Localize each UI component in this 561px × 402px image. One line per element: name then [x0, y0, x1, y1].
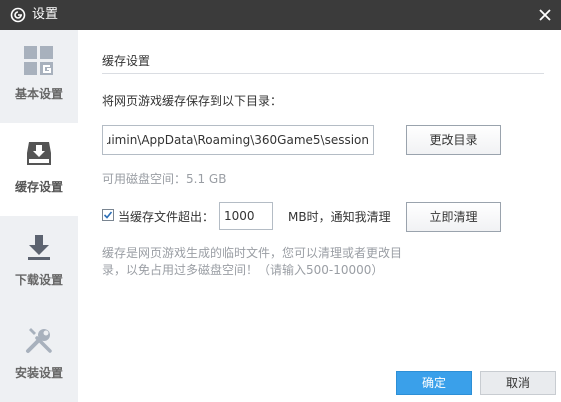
- sidebar-item-label: 基本设置: [14, 87, 63, 101]
- sidebar-item-label: 下载设置: [14, 273, 63, 287]
- ok-button[interactable]: 确定: [396, 371, 472, 395]
- sidebar-item-label: 缓存设置: [14, 180, 63, 194]
- window-title: 设置: [32, 7, 59, 22]
- grid-g-icon: [24, 46, 53, 75]
- sidebar-item-basic[interactable]: 基本设置: [0, 30, 78, 123]
- clear-now-button[interactable]: 立即清理: [406, 202, 501, 232]
- section-title: 缓存设置: [102, 54, 151, 68]
- cache-limit-label: 当缓存文件超出：: [118, 210, 215, 224]
- sidebar-item-cache[interactable]: 缓存设置: [0, 123, 78, 216]
- sidebar-item-install[interactable]: 安装设置: [0, 309, 78, 402]
- save-directory-label: 将网页游戏缓存保存到以下目录：: [102, 94, 283, 108]
- cancel-button[interactable]: 取消: [480, 371, 556, 395]
- section-divider: [102, 73, 544, 74]
- cache-limit-suffix: MB时，通知我清理: [288, 210, 391, 224]
- cache-path-field[interactable]: [102, 125, 374, 155]
- sidebar: 基本设置 缓存设置 下载设置 安装设置: [0, 30, 78, 402]
- change-directory-button[interactable]: 更改目录: [406, 125, 501, 155]
- cache-limit-checkbox[interactable]: [102, 209, 114, 221]
- checkmark-icon: [103, 211, 113, 219]
- sidebar-item-label: 安装设置: [14, 366, 63, 380]
- available-space-text: 可用磁盘空间：5.1 GB: [102, 172, 227, 186]
- cache-hint-text: 缓存是网页游戏生成的临时文件，您可以清理或者更改目录，以免占用过多磁盘空间！（请…: [102, 246, 403, 277]
- sidebar-item-download[interactable]: 下载设置: [0, 216, 78, 309]
- download-arrow-icon: [28, 235, 50, 260]
- title-bar: 设置: [0, 0, 561, 30]
- wrench-screwdriver-icon: [26, 328, 52, 353]
- circle-g-logo-icon: [10, 7, 26, 23]
- cache-settings-panel: 缓存设置 将网页游戏缓存保存到以下目录： 更改目录 可用磁盘空间：5.1 GB …: [78, 30, 561, 402]
- cache-limit-input[interactable]: [219, 202, 273, 230]
- close-icon[interactable]: [535, 5, 555, 25]
- cache-download-tray-icon: [27, 142, 51, 165]
